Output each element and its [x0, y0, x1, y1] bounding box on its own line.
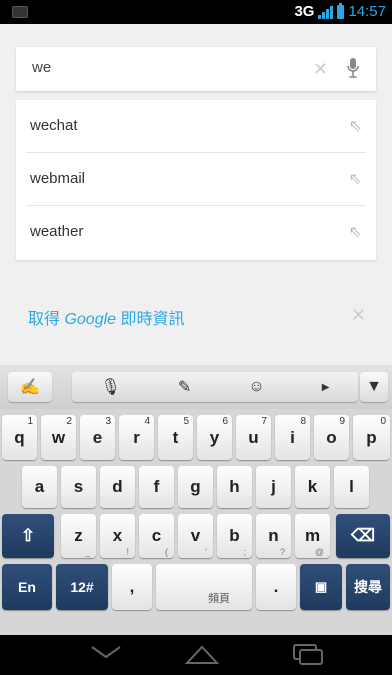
- key-u[interactable]: u7: [236, 415, 271, 460]
- clear-icon[interactable]: ✕: [313, 59, 328, 80]
- key-g[interactable]: g: [178, 466, 213, 508]
- search-key[interactable]: 搜尋: [346, 564, 390, 610]
- mic-icon[interactable]: [346, 57, 360, 84]
- screen: 3G 14:57 ✕ wechat ⇖ webmail: [0, 0, 392, 675]
- key-h[interactable]: h: [217, 466, 252, 508]
- backspace-key[interactable]: ⌫: [336, 514, 390, 558]
- pen-icon[interactable]: ✎: [178, 377, 191, 397]
- google-now-link[interactable]: 取得 Google 即時資訊: [28, 305, 185, 329]
- key-k[interactable]: k: [295, 466, 330, 508]
- status-bar: 3G 14:57: [0, 0, 392, 24]
- fill-query-arrow-icon[interactable]: ⇖: [349, 169, 362, 189]
- fill-query-arrow-icon[interactable]: ⇖: [349, 116, 362, 136]
- symbols-key[interactable]: 12#: [56, 564, 108, 610]
- key-c[interactable]: c(: [139, 514, 174, 558]
- clock: 14:57: [348, 3, 386, 20]
- space-key[interactable]: 頻頁: [156, 564, 252, 610]
- status-right: 3G 14:57: [294, 2, 386, 20]
- key-f[interactable]: f: [139, 466, 174, 508]
- shift-key[interactable]: ⇧: [2, 514, 54, 558]
- network-type: 3G: [294, 3, 315, 20]
- input-method-key[interactable]: ▣: [300, 564, 342, 610]
- more-arrow-icon[interactable]: ▶: [322, 382, 330, 393]
- key-i[interactable]: i8: [275, 415, 310, 460]
- key-a[interactable]: a: [22, 466, 57, 508]
- suggestion-item[interactable]: wechat ⇖: [16, 100, 376, 153]
- fill-query-arrow-icon[interactable]: ⇖: [349, 222, 362, 242]
- suggestion-list: wechat ⇖ webmail ⇖ weather ⇖: [16, 100, 376, 260]
- key-v[interactable]: v ': [178, 514, 213, 558]
- shift-icon: ⇧: [20, 526, 36, 545]
- search-box: ✕: [16, 47, 376, 91]
- signal-icon: [318, 5, 334, 19]
- key-y[interactable]: y6: [197, 415, 232, 460]
- search-input[interactable]: [30, 58, 284, 77]
- emoji-icon[interactable]: ☺: [248, 378, 264, 396]
- language-key[interactable]: En: [2, 564, 52, 610]
- notification-icon: [12, 6, 28, 18]
- key-s[interactable]: s: [61, 466, 96, 508]
- google-now-prefix: 取得: [28, 311, 65, 328]
- voice-input-icon[interactable]: 🎙: [101, 377, 121, 397]
- recent-apps-icon[interactable]: [290, 641, 326, 672]
- battery-icon: [337, 2, 345, 19]
- input-tools-bar: 🎙 ✎ ☺ ▶: [72, 372, 358, 402]
- key-p[interactable]: p0: [353, 415, 390, 460]
- key-t[interactable]: t5: [158, 415, 193, 460]
- key-e[interactable]: e3: [80, 415, 115, 460]
- key-w[interactable]: w2: [41, 415, 76, 460]
- navigation-bar: [0, 635, 392, 675]
- key-r[interactable]: r4: [119, 415, 154, 460]
- home-icon[interactable]: [184, 641, 220, 672]
- input-method-icon: ▣: [314, 579, 328, 594]
- key-j[interactable]: j: [256, 466, 291, 508]
- google-now-brand: Google: [64, 311, 117, 328]
- suggestion-label: weather: [30, 223, 84, 240]
- space-key-label: 頻頁: [208, 593, 230, 605]
- key-q[interactable]: q1: [2, 415, 37, 460]
- dismiss-icon[interactable]: ✕: [351, 305, 366, 326]
- key-m[interactable]: m @: [295, 514, 330, 558]
- back-icon[interactable]: [88, 641, 124, 670]
- keyboard: ✍ 🎙 ✎ ☺ ▶ ▼ q1 w2 e3 r4 t5 y6 u7 i8 o9 p…: [0, 365, 392, 635]
- key-b[interactable]: b;: [217, 514, 252, 558]
- google-now-suffix: 即時資訊: [116, 311, 185, 328]
- suggestion-item[interactable]: webmail ⇖: [16, 153, 376, 206]
- backspace-icon: ⌫: [350, 526, 376, 545]
- period-key[interactable]: .: [256, 564, 296, 610]
- handwriting-mode-icon[interactable]: ✍: [8, 372, 52, 402]
- key-o[interactable]: o9: [314, 415, 349, 460]
- key-n[interactable]: n?: [256, 514, 291, 558]
- key-z[interactable]: z _: [61, 514, 96, 558]
- key-l[interactable]: l: [334, 466, 369, 508]
- comma-key[interactable]: ,: [112, 564, 152, 610]
- keyboard-toolbar: ✍ 🎙 ✎ ☺ ▶ ▼: [0, 365, 392, 409]
- key-x[interactable]: x!: [100, 514, 135, 558]
- suggestion-label: wechat: [30, 117, 78, 134]
- suggestion-label: webmail: [30, 170, 86, 187]
- suggestion-item[interactable]: weather ⇖: [16, 206, 376, 259]
- hide-keyboard-icon[interactable]: ▼: [360, 372, 388, 402]
- key-d[interactable]: d: [100, 466, 135, 508]
